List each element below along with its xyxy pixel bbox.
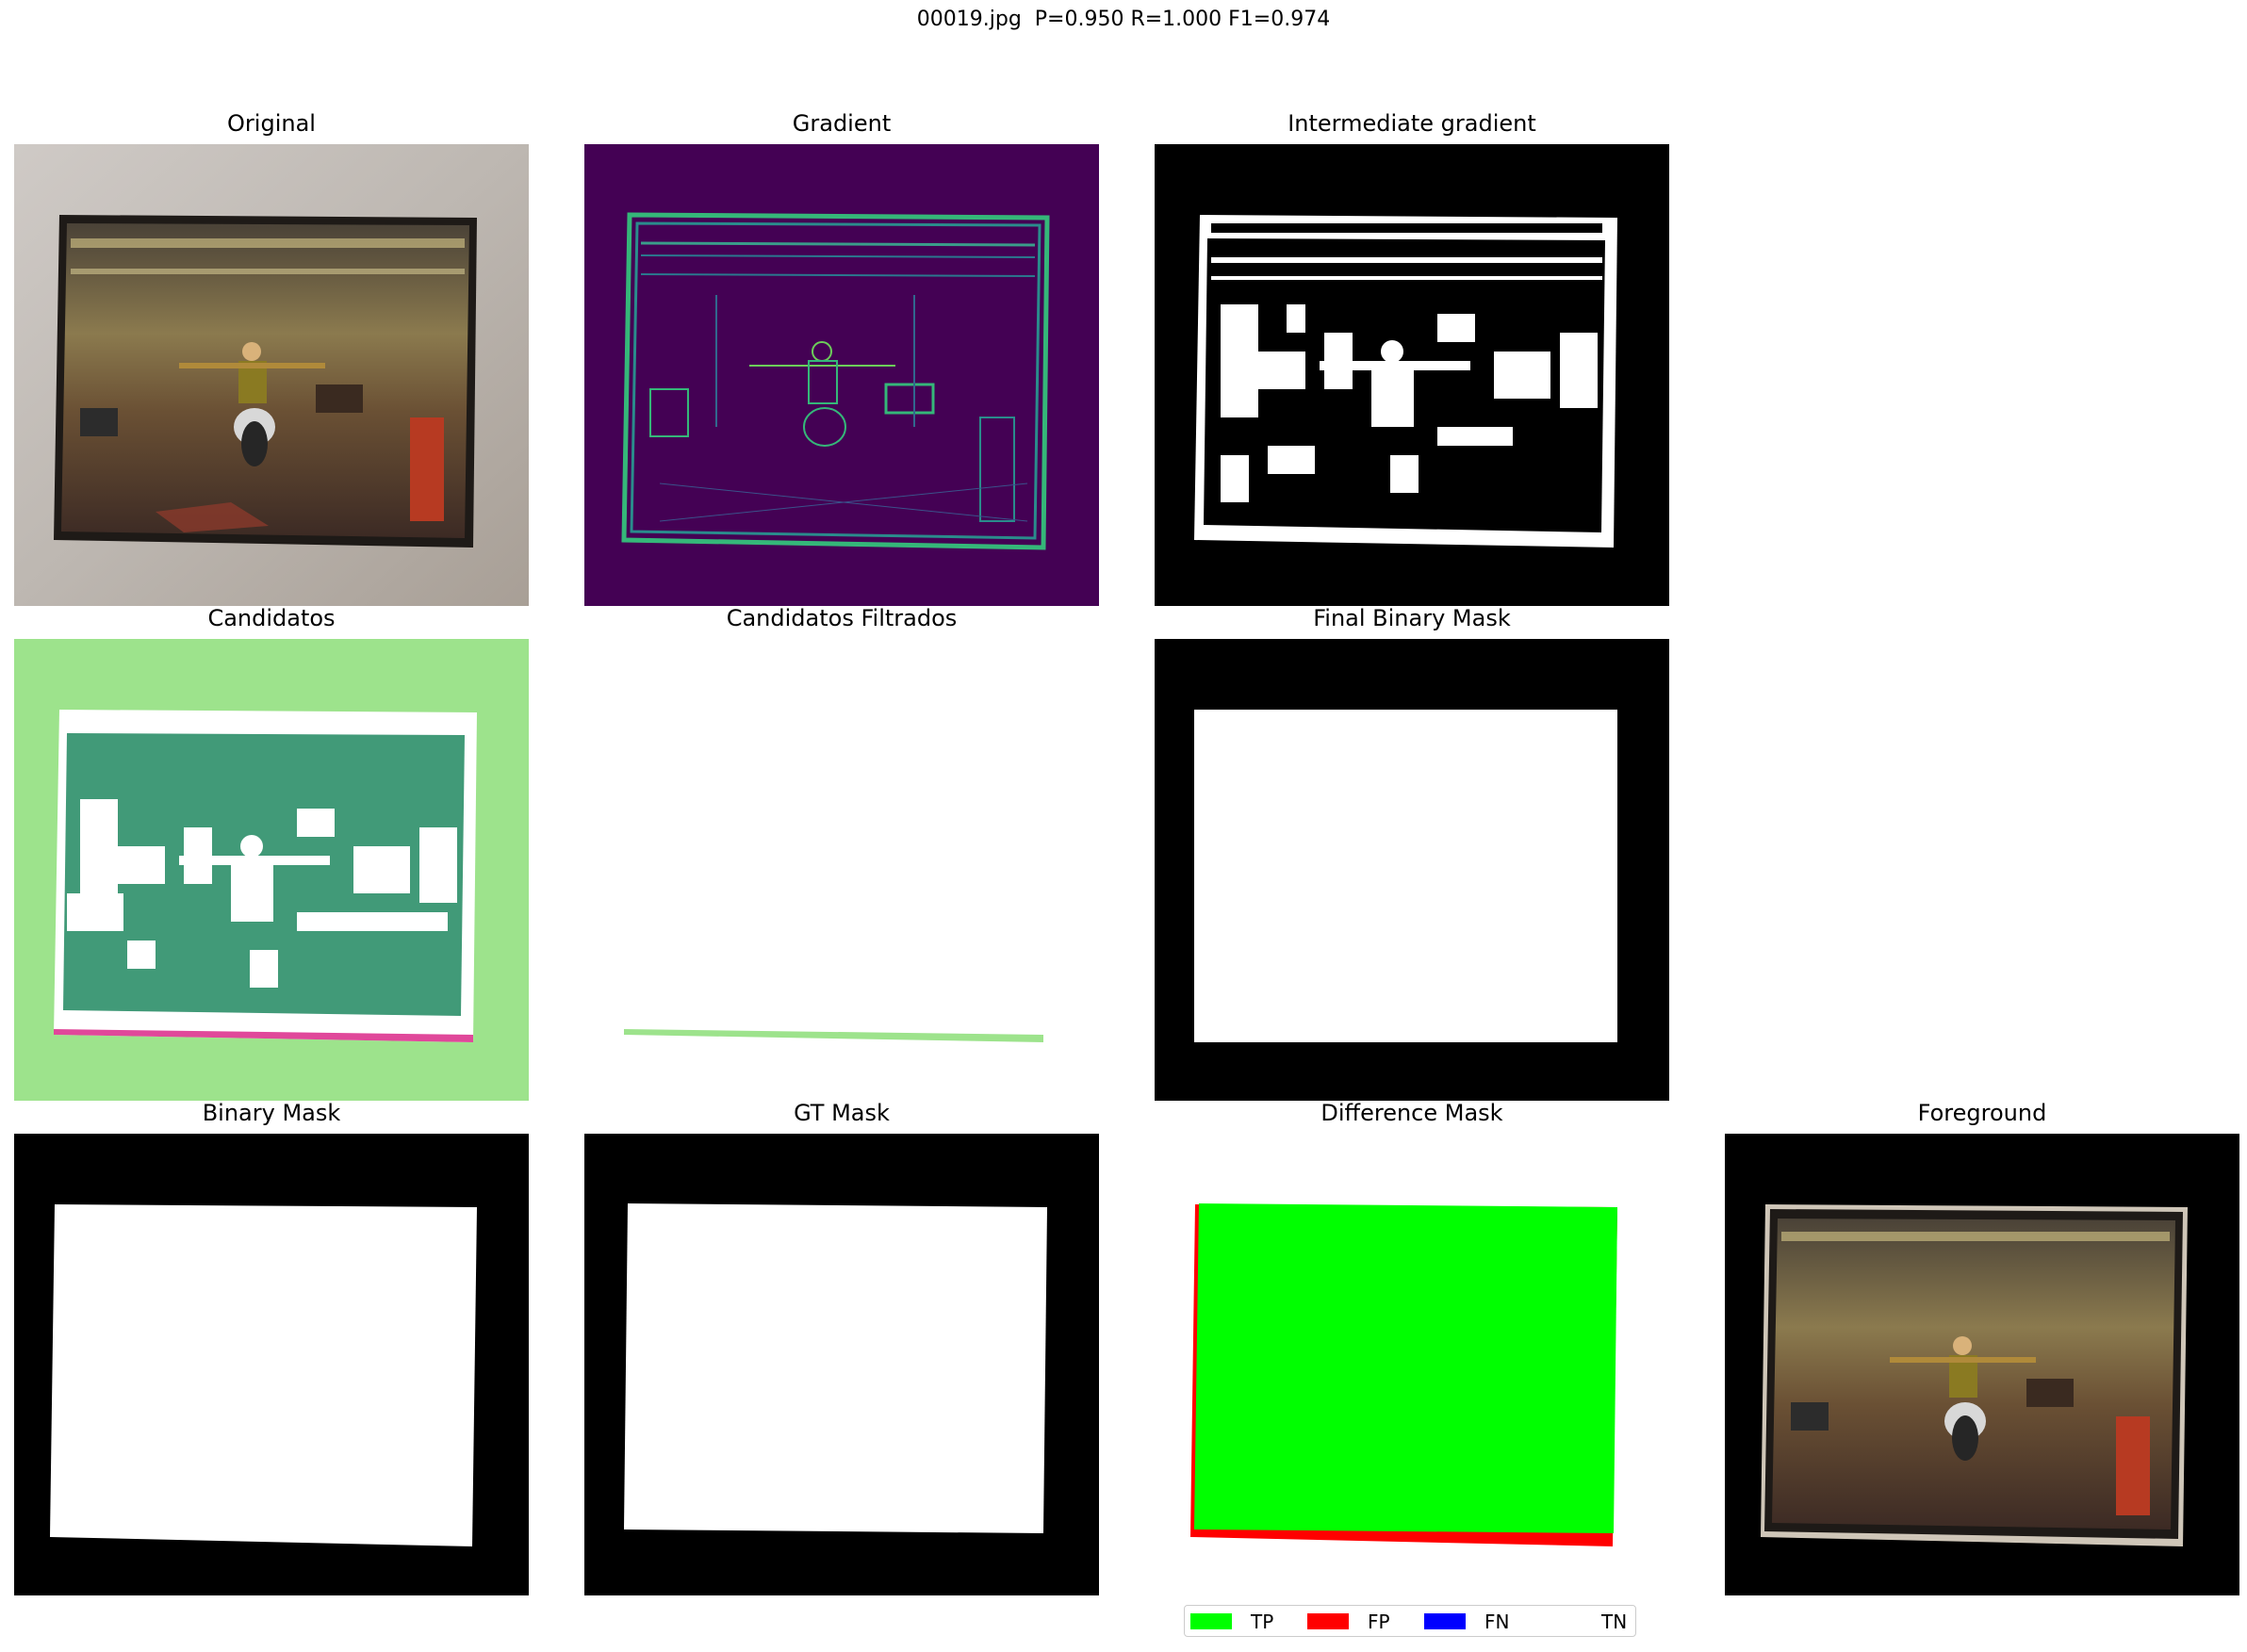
gradient-map-graphic [584,144,1099,606]
foreground-title: Foreground [1917,1100,2047,1126]
candidatos-image [14,639,529,1101]
intermediate-image [1155,144,1669,606]
candidatos-graphic [14,639,529,1101]
binary-mask-graphic [14,1134,529,1595]
legend-swatch-tp [1190,1613,1232,1629]
legend-label-tn: TN [1601,1611,1628,1633]
legend-label-tp: TP [1251,1611,1274,1633]
gt-mask-graphic [584,1134,1099,1595]
gt-image [584,1134,1099,1595]
filtrados-image [584,639,1099,1101]
gt-title: GT Mask [794,1100,890,1126]
binary-image [14,1134,529,1595]
difference-legend: TP FP FN TN [1184,1605,1636,1637]
legend-label-fp: FP [1368,1611,1390,1633]
final-title: Final Binary Mask [1313,605,1511,631]
filtrados-graphic [584,639,1099,1101]
legend-swatch-fn [1424,1613,1466,1629]
filtrados-title: Candidatos Filtrados [726,605,958,631]
original-title: Original [227,110,316,137]
binary-title: Binary Mask [202,1100,341,1126]
difference-image [1155,1134,1669,1595]
intermediate-mask-graphic [1155,144,1669,606]
original-photo-graphic [14,144,529,606]
candidatos-title: Candidatos [207,605,336,631]
legend-swatch-fp [1307,1613,1349,1629]
foreground-image [1725,1134,2239,1595]
gradient-title: Gradient [792,110,892,137]
final-image [1155,639,1669,1101]
foreground-photo-graphic [1725,1134,2239,1595]
original-image [14,144,529,606]
legend-label-fn: FN [1484,1611,1510,1633]
difference-mask-graphic [1155,1134,1669,1595]
figure-title: 00019.jpg P=0.950 R=1.000 F1=0.974 [916,8,1331,31]
gradient-image [584,144,1099,606]
difference-title: Difference Mask [1320,1100,1503,1126]
legend-swatch-tn [1541,1613,1583,1629]
final-mask-graphic [1155,639,1669,1101]
intermediate-title: Intermediate gradient [1288,110,1536,137]
